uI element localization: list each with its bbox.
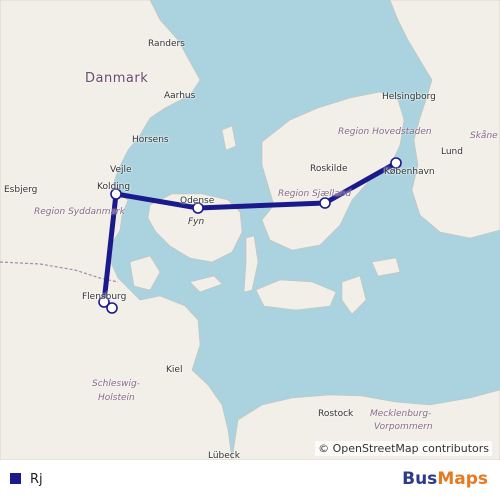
region-label-mecklenburg: Mecklenburg- (370, 409, 432, 419)
region-label-sjaelland: Region Sjælland (278, 189, 352, 199)
city-label-lund: Lund (441, 147, 463, 157)
city-label-helsingborg: Helsingborg (382, 92, 436, 102)
langeland-island (243, 235, 259, 293)
city-label-randers: Randers (148, 39, 185, 49)
stop-marker-ringsted (319, 197, 331, 209)
city-label-kolding: Kolding (97, 182, 131, 192)
lolland-island (255, 279, 337, 311)
city-label-esbjerg: Esbjerg (4, 185, 38, 195)
region-label-vorpommern: Vorpommern (374, 422, 433, 432)
city-label-horsens: Horsens (132, 135, 169, 145)
route-name-label: Rj (30, 472, 43, 487)
region-label-holstein: Holstein (98, 393, 135, 403)
region-label-syddanmark: Region Syddanmark (34, 207, 125, 217)
brand-logo-part1: Bus (402, 469, 438, 489)
city-label-roskilde: Roskilde (310, 164, 348, 174)
route-color-swatch (10, 473, 21, 484)
als-island (129, 255, 161, 291)
region-label-hovedstaden: Region Hovedstaden (338, 127, 432, 137)
mon-island (371, 257, 401, 277)
city-label-flensburg: Flensburg (82, 292, 127, 302)
falster-island (341, 275, 367, 315)
city-label-kiel: Kiel (166, 365, 183, 375)
city-label-kobenhavn: København (384, 167, 435, 177)
legend: Rj BusMaps (0, 460, 500, 500)
map-view[interactable]: Danmark Randers Aarhus Horsens Vejle Kol… (0, 0, 500, 460)
city-label-odense: Odense (180, 196, 215, 206)
brand-logo-part2: Maps (437, 469, 488, 489)
aero-island (189, 275, 223, 293)
island-label-fyn: Fyn (188, 217, 205, 227)
country-label-danmark: Danmark (85, 71, 149, 86)
map-attribution[interactable]: © OpenStreetMap contributors (315, 441, 492, 456)
city-label-aarhus: Aarhus (164, 91, 196, 101)
sweden-landmass (389, 0, 500, 239)
stop-marker-flensburg-2 (106, 302, 118, 314)
city-label-lubeck: Lübeck (208, 451, 240, 461)
brand-logo[interactable]: BusMaps (402, 469, 488, 489)
samso-island (221, 125, 237, 151)
region-label-schleswig: Schleswig- (92, 379, 140, 389)
city-label-vejle: Vejle (110, 165, 132, 175)
region-label-skane: Skåne (470, 131, 498, 141)
city-label-rostock: Rostock (318, 409, 354, 419)
map-base (0, 0, 500, 460)
